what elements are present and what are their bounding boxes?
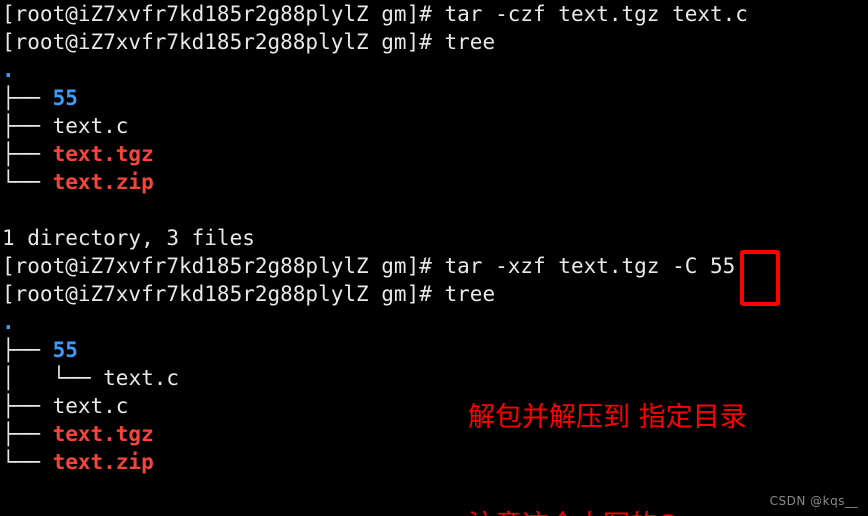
shell-command: tar -xzf text.tgz -C 55 xyxy=(444,254,736,278)
tree-entry-name: text.zip xyxy=(52,450,154,474)
shell-command: tar -czf text.tgz text.c xyxy=(444,2,748,26)
tree-branch-glyph: ├── xyxy=(2,114,53,138)
tree-entry: ├── text.c xyxy=(0,112,868,140)
terminal-prompt-line: [root@iZ7xvfr7kd185r2g88plylZ gm]# tar -… xyxy=(0,252,868,280)
tree-branch-glyph: ├── xyxy=(2,422,53,446)
annotation-note: 解包并解压到 指定目录 注意这个大写的C xyxy=(468,328,747,516)
tree-root-dot: . xyxy=(2,58,15,82)
terminal-output-line: 1 directory, 3 files xyxy=(0,224,868,252)
tree-branch-glyph: └── xyxy=(2,450,53,474)
tree-branch-glyph: ├── xyxy=(2,86,53,110)
tree-entry-name: text.c xyxy=(103,366,180,390)
tree-branch-glyph: ├── xyxy=(2,142,53,166)
tree-root-dot: . xyxy=(2,310,15,334)
tree-entry-name: text.zip xyxy=(52,170,154,194)
tree-entry-name: 55 xyxy=(52,338,78,362)
terminal-prompt-line: [root@iZ7xvfr7kd185r2g88plylZ gm]# tree xyxy=(0,280,868,308)
shell-command: tree xyxy=(444,282,496,306)
tree-entry-name: text.c xyxy=(52,114,129,138)
terminal-output-text: 1 directory, 3 files xyxy=(2,226,255,250)
tree-branch-glyph: │ └── xyxy=(2,366,104,390)
watermark: CSDN @kqs__ xyxy=(769,494,858,508)
tree-branch-glyph: ├── xyxy=(2,394,53,418)
annotation-line-1: 解包并解压到 指定目录 xyxy=(468,402,747,433)
terminal-prompt-line: [root@iZ7xvfr7kd185r2g88plylZ gm]# tree xyxy=(0,28,868,56)
tree-entry-name: text.tgz xyxy=(52,422,154,446)
tree-entry-name: text.tgz xyxy=(52,142,154,166)
shell-command: tree xyxy=(444,30,496,54)
tree-branch-glyph: ├── xyxy=(2,338,53,362)
shell-prompt: [root@iZ7xvfr7kd185r2g88plylZ gm]# xyxy=(2,282,445,306)
tree-root: . xyxy=(0,56,868,84)
terminal-screen: [root@iZ7xvfr7kd185r2g88plylZ gm]# tar -… xyxy=(0,0,868,516)
annotation-line-2: 注意这个大写的C xyxy=(468,508,747,516)
shell-prompt: [root@iZ7xvfr7kd185r2g88plylZ gm]# xyxy=(2,254,445,278)
tree-branch-glyph: └── xyxy=(2,170,53,194)
tree-entry-name: 55 xyxy=(52,86,78,110)
shell-prompt: [root@iZ7xvfr7kd185r2g88plylZ gm]# xyxy=(2,2,445,26)
tree-entry: └── text.zip xyxy=(0,168,868,196)
tree-entry: ├── text.tgz xyxy=(0,140,868,168)
tree-entry: ├── 55 xyxy=(0,84,868,112)
highlight-box-C-flag xyxy=(740,250,780,306)
shell-prompt: [root@iZ7xvfr7kd185r2g88plylZ gm]# xyxy=(2,30,445,54)
tree-entry-name: text.c xyxy=(52,394,129,418)
terminal-prompt-line: [root@iZ7xvfr7kd185r2g88plylZ gm]# tar -… xyxy=(0,0,868,28)
